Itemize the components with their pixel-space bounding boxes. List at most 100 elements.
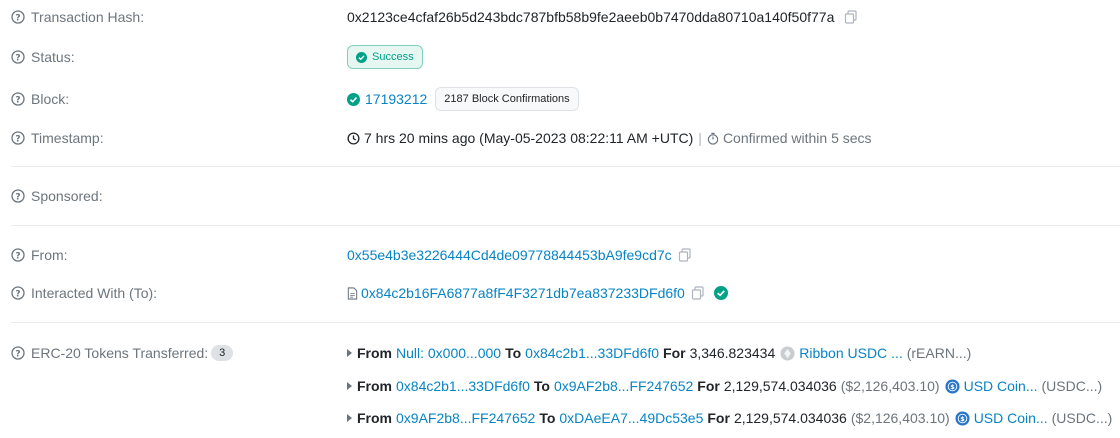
from-label: ? From: (11, 247, 68, 263)
sponsored-row: ? Sponsored: (0, 184, 1120, 208)
block-row: ? Block: 17193212 2187 Block Confirmatio… (0, 87, 1120, 111)
caret-right-icon[interactable] (347, 349, 352, 357)
for-word: For (707, 410, 730, 426)
question-circle-icon[interactable]: ? (11, 346, 25, 360)
label-text: ERC-20 Tokens Transferred: (31, 345, 209, 361)
erc20-transfer-2: From 0x9AF2b8...FF247652 To 0xDAeEA7...4… (347, 410, 1112, 426)
transfer-to-link[interactable]: 0x9AF2b8...FF247652 (554, 378, 693, 394)
usdc-token-icon: $ (945, 378, 960, 394)
token-name-link[interactable]: USD Coin... (964, 378, 1038, 394)
transfer-amount: 3,346.823434 (689, 345, 776, 361)
interacted-row: ? Interacted With (To): 0x84c2b16FA6877a… (0, 281, 1120, 305)
verified-check-icon (713, 286, 728, 300)
erc20-transfer-0: From Null: 0x000...000 To 0x84c2b1...33D… (347, 345, 971, 361)
for-word: For (663, 345, 686, 361)
transfer-from-link[interactable]: 0x9AF2b8...FF247652 (396, 410, 535, 426)
token-symbol: (USDC...) (1041, 378, 1103, 394)
svg-text:?: ? (15, 289, 20, 299)
timestamp-value: 7 hrs 20 mins ago (May-05-2023 08:22:11 … (347, 130, 872, 146)
question-circle-icon[interactable]: ? (11, 50, 25, 64)
clock-icon (347, 131, 360, 145)
svg-text:?: ? (15, 349, 20, 359)
question-circle-icon[interactable]: ? (11, 131, 25, 145)
tx-hash-value: 0x2123ce4cfaf26b5d243bdc787bfb58b9fe2aee… (347, 9, 858, 25)
usdc-token-icon: $ (955, 410, 970, 426)
label-text: Block: (31, 91, 70, 107)
label-text: From: (31, 247, 68, 263)
caret-right-icon[interactable] (347, 382, 352, 390)
svg-text:?: ? (15, 95, 20, 105)
from-row: ? From: 0x55e4b3e3226444Cd4de09778844453… (0, 243, 1120, 267)
svg-text:?: ? (15, 251, 20, 261)
from-word: From (357, 410, 392, 426)
transfer-to-link[interactable]: 0x84c2b1...33DFd6f0 (525, 345, 659, 361)
erc20-row: ? ERC-20 Tokens Transferred: 3 From Null… (0, 341, 1120, 365)
block-number-link[interactable]: 17193212 (365, 91, 427, 107)
label-text: Timestamp: (31, 130, 104, 146)
status-text: Success (372, 51, 414, 63)
transfer-from-link[interactable]: Null: 0x000...000 (396, 345, 501, 361)
label-text: Interacted With (To): (31, 285, 158, 301)
tx-hash-label: ? Transaction Hash: (11, 9, 144, 25)
timestamp-text: 7 hrs 20 mins ago (May-05-2023 08:22:11 … (364, 130, 694, 146)
block-value: 17193212 2187 Block Confirmations (347, 87, 579, 111)
label-text: Transaction Hash: (31, 9, 145, 25)
status-badge: Success (347, 45, 423, 69)
divider (11, 225, 1120, 226)
tx-hash-text: 0x2123ce4cfaf26b5d243bdc787bfb58b9fe2aee… (347, 9, 835, 25)
from-word: From (357, 378, 392, 394)
transaction-details: ? Transaction Hash: 0x2123ce4cfaf26b5d24… (0, 0, 1120, 438)
divider (11, 322, 1120, 323)
question-circle-icon[interactable]: ? (11, 286, 25, 300)
svg-text:?: ? (15, 192, 20, 202)
transfer-to-link[interactable]: 0xDAeEA7...49Dc53e5 (559, 410, 703, 426)
copy-icon[interactable] (844, 10, 858, 24)
erc20-transfer-1: From 0x84c2b1...33DFd6f0 To 0x9AF2b8...F… (347, 378, 1102, 394)
erc20-row: From 0x9AF2b8...FF247652 To 0xDAeEA7...4… (0, 406, 1120, 430)
confirmed-text: Confirmed within 5 secs (722, 130, 872, 146)
timestamp-separator: | (698, 130, 702, 146)
to-word: To (533, 378, 550, 394)
from-value: 0x55e4b3e3226444Cd4de09778844453bA9fe9cd… (347, 247, 692, 263)
stopwatch-icon (707, 132, 719, 145)
question-circle-icon[interactable]: ? (11, 92, 25, 106)
question-circle-icon[interactable]: ? (11, 10, 25, 24)
interacted-label: ? Interacted With (To): (11, 285, 157, 301)
caret-right-icon[interactable] (347, 414, 352, 422)
to-word: To (539, 410, 556, 426)
token-name-link[interactable]: USD Coin... (974, 410, 1048, 426)
sponsored-label: ? Sponsored: (11, 188, 103, 204)
erc20-row: From 0x84c2b1...33DFd6f0 To 0x9AF2b8...F… (0, 374, 1120, 398)
timestamp-label: ? Timestamp: (11, 130, 104, 146)
svg-text:?: ? (15, 53, 20, 63)
check-circle-icon (347, 92, 360, 106)
divider (11, 166, 1120, 167)
svg-text:$: $ (960, 414, 965, 422)
to-address-link[interactable]: 0x84c2b16FA6877a8fF4F3271db7ea837233DFd6… (361, 285, 685, 301)
question-circle-icon[interactable]: ? (11, 189, 25, 203)
from-address-link[interactable]: 0x55e4b3e3226444Cd4de09778844453bA9fe9cd… (347, 247, 672, 263)
erc20-count-badge: 3 (211, 345, 234, 361)
block-confirmations-badge: 2187 Block Confirmations (435, 87, 579, 111)
check-circle-icon (356, 51, 367, 63)
label-text: Status: (31, 49, 75, 65)
contract-file-icon (347, 286, 358, 300)
transfer-usd-value: ($2,126,403.10) (850, 410, 950, 426)
for-word: For (697, 378, 720, 394)
from-word: From (357, 345, 392, 361)
interacted-value: 0x84c2b16FA6877a8fF4F3271db7ea837233DFd6… (347, 285, 728, 301)
block-label: ? Block: (11, 91, 69, 107)
copy-icon[interactable] (678, 248, 692, 262)
tx-hash-row: ? Transaction Hash: 0x2123ce4cfaf26b5d24… (0, 5, 1120, 29)
token-symbol: (USDC...) (1051, 410, 1113, 426)
transfer-amount: 2,129,574.034036 (723, 378, 837, 394)
token-symbol: (rEARN...) (906, 345, 972, 361)
transfer-usd-value: ($2,126,403.10) (840, 378, 940, 394)
status-label: ? Status: (11, 49, 75, 65)
label-text: Sponsored: (31, 188, 103, 204)
question-circle-icon[interactable]: ? (11, 248, 25, 262)
copy-icon[interactable] (691, 286, 705, 300)
ribbon-token-icon (780, 345, 795, 361)
transfer-from-link[interactable]: 0x84c2b1...33DFd6f0 (396, 378, 530, 394)
token-name-link[interactable]: Ribbon USDC ... (799, 345, 902, 361)
